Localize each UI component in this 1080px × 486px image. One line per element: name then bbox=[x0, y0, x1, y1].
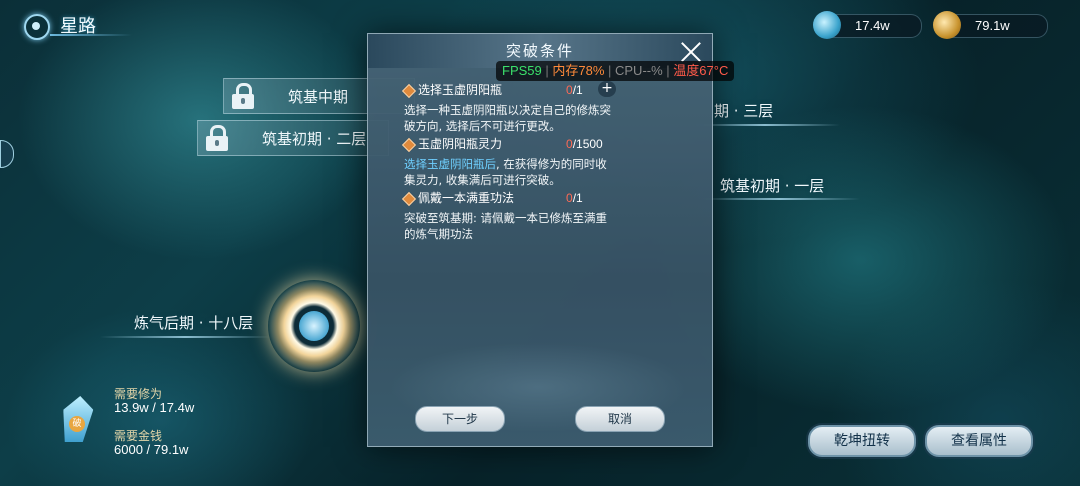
condition-row: 选择玉虚阴阳瓶 0/1 + bbox=[401, 81, 616, 99]
gold-resource: 79.1w bbox=[933, 11, 1048, 39]
cancel-button[interactable]: 取消 bbox=[575, 406, 665, 432]
stage-label: 筑基初期 · 二层 bbox=[262, 130, 367, 148]
diamond-bullet-icon bbox=[401, 137, 417, 153]
condition-name: 选择玉虚阴阳瓶 bbox=[418, 83, 503, 97]
title-underline bbox=[50, 34, 132, 36]
crystal-icon bbox=[813, 11, 841, 39]
next-step-button[interactable]: 下一步 bbox=[415, 406, 505, 432]
add-icon[interactable]: + bbox=[598, 81, 616, 97]
stage-node-locked-lower[interactable]: 筑基初期 · 二层 bbox=[197, 120, 389, 156]
current-stage-label: 炼气后期 · 十八层 bbox=[134, 314, 254, 332]
breakthrough-conditions-dialog: 突破条件 选择玉虚阴阳瓶 0/1 + 选择一种玉虚阴阳瓶以决定自己的修炼突破方向… bbox=[367, 33, 713, 447]
condition-description: 选择一种玉虚阴阳瓶以决定自己的修炼突破方向, 选择后不可进行更改。 bbox=[404, 103, 611, 133]
diamond-bullet-icon bbox=[401, 83, 417, 99]
stage-label: 筑基中期 bbox=[288, 88, 349, 106]
dialog-title: 突破条件 bbox=[505, 42, 574, 60]
cultivation-value: 17.4w bbox=[855, 18, 890, 33]
cpu-usage: CPU--% bbox=[615, 63, 663, 78]
node-core-icon bbox=[299, 311, 329, 341]
condition-progress: 0/1500 bbox=[566, 137, 603, 151]
performance-overlay: FPS59 | 内存78% | CPU--% | 温度67°C bbox=[496, 61, 735, 81]
condition-description: 选择玉虚阴阳瓶后, 在获得修为的同时收集灵力, 收集满后可进行突破。 bbox=[404, 157, 607, 187]
gold-value: 79.1w bbox=[975, 18, 1010, 33]
conditions-list: 选择玉虚阴阳瓶 0/1 + 选择一种玉虚阴阳瓶以决定自己的修炼突破方向, 选择后… bbox=[401, 81, 616, 244]
condition-name: 佩戴一本满重功法 bbox=[418, 191, 515, 205]
breakthrough-crystal-icon[interactable]: 破 bbox=[54, 392, 100, 450]
condition-row: 玉虚阴阳瓶灵力 0/1500 bbox=[401, 136, 614, 153]
condition-row: 佩戴一本满重功法 0/1 bbox=[401, 190, 614, 207]
stage-label-right-lower[interactable]: 筑基初期 · 一层 bbox=[720, 175, 824, 196]
star-road-title[interactable]: 星路 bbox=[20, 8, 132, 40]
coin-icon bbox=[933, 11, 961, 39]
lock-icon bbox=[230, 83, 256, 109]
required-cultivation-value: 13.9w / 17.4w bbox=[114, 400, 195, 415]
fps-counter: FPS59 bbox=[502, 63, 542, 78]
condition-description: 突破至筑基期: 请佩戴一本已修炼至满重的炼气期功法 bbox=[404, 211, 608, 241]
rotate-button[interactable]: 乾坤扭转 bbox=[808, 425, 916, 457]
memory-usage: 内存78% bbox=[552, 63, 605, 78]
current-stage-node[interactable] bbox=[268, 280, 360, 372]
temperature: 温度67°C bbox=[673, 63, 729, 78]
stage-label-right-upper[interactable]: 期 · 三层 bbox=[714, 100, 773, 121]
condition-name: 玉虚阴阳瓶灵力 bbox=[418, 137, 503, 151]
required-gold-value: 6000 / 79.1w bbox=[114, 442, 189, 457]
diamond-bullet-icon bbox=[401, 191, 417, 207]
condition-progress: 0/1 bbox=[566, 191, 583, 205]
wisp-decoration bbox=[700, 198, 860, 200]
view-attributes-button[interactable]: 查看属性 bbox=[925, 425, 1033, 457]
side-drawer-tab[interactable] bbox=[0, 140, 14, 168]
wisp-decoration bbox=[100, 336, 270, 338]
condition-progress: 0/1 bbox=[566, 83, 583, 97]
cultivation-resource: 17.4w bbox=[813, 11, 922, 39]
lock-icon bbox=[204, 125, 230, 151]
back-swirl-icon[interactable] bbox=[24, 14, 50, 40]
